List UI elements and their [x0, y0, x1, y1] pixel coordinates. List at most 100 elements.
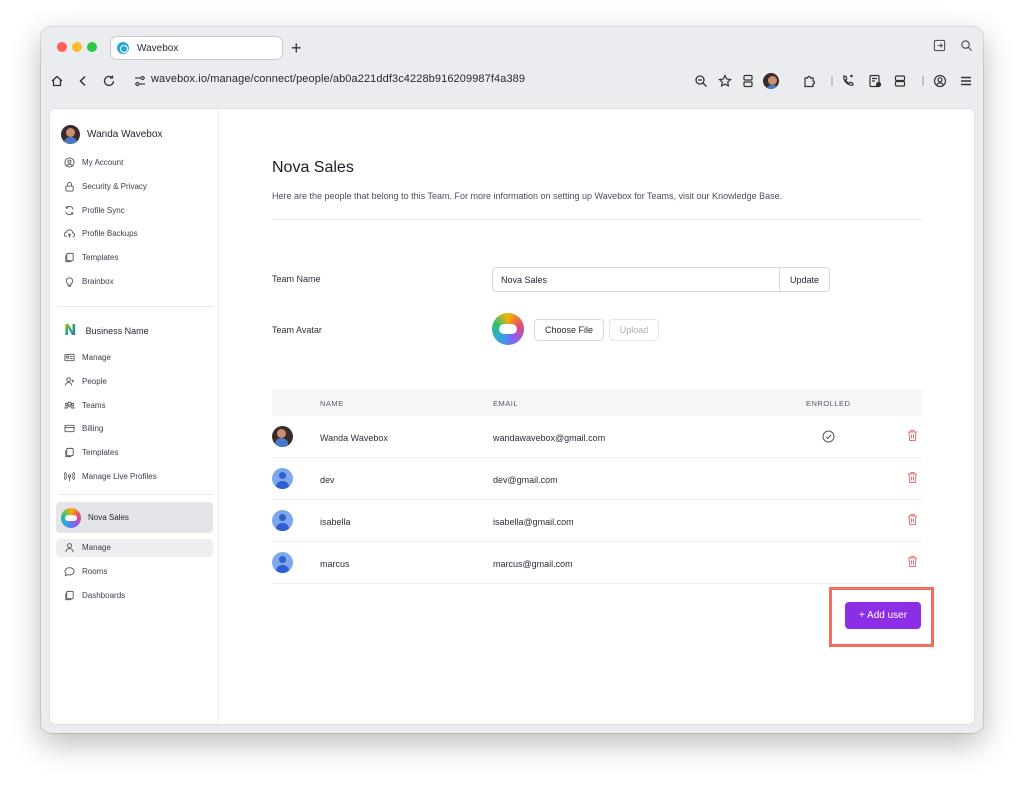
sidebar-divider: [58, 306, 213, 307]
sidebar-org[interactable]: N Business Name: [64, 323, 149, 338]
person-name: marcus: [320, 559, 350, 569]
sidebar-item-billing[interactable]: Billing: [64, 423, 103, 434]
user-icon: [65, 543, 74, 553]
sidebar-user-name: Wanda Wavebox: [87, 129, 163, 140]
section-divider: [272, 219, 922, 220]
wavebox-favicon-icon: [117, 42, 129, 54]
back-icon[interactable]: [75, 73, 91, 89]
sidebar: Wanda Wavebox My Account Security & Priv…: [50, 109, 219, 724]
id-card-icon: [64, 353, 75, 362]
table-row: marcus marcus@gmail.com: [272, 542, 922, 584]
zoom-icon[interactable]: [693, 73, 709, 89]
tab-title: Wavebox: [137, 42, 179, 54]
browser-tab[interactable]: Wavebox: [110, 36, 283, 60]
person-name: Wanda Wavebox: [320, 433, 388, 443]
tab-strip: Wavebox +: [41, 27, 983, 65]
profile-avatar-icon[interactable]: [763, 73, 779, 89]
table-row: isabella isabella@gmail.com: [272, 500, 922, 542]
sidebar-item-teams[interactable]: Teams: [64, 400, 106, 411]
update-button[interactable]: Update: [779, 267, 830, 292]
close-window-button[interactable]: [57, 42, 67, 52]
new-tab-button[interactable]: +: [291, 38, 302, 58]
column-header-name: NAME: [320, 399, 344, 408]
enrolled-check-icon: [822, 430, 835, 443]
person-name: isabella: [320, 517, 351, 527]
sidebar-item-profile-backups[interactable]: Profile Backups: [64, 228, 138, 239]
table-row: Wanda Wavebox wandawavebox@gmail.com: [272, 416, 922, 458]
browser-window: Wavebox + wavebox.io/manage/connect/peop…: [41, 27, 983, 733]
lock-icon: [65, 182, 74, 192]
maximize-window-button[interactable]: [87, 42, 97, 52]
home-icon[interactable]: [49, 73, 65, 89]
sidebar-divider-2: [58, 494, 213, 495]
search-tabs-icon[interactable]: [960, 39, 973, 52]
user-avatar: [61, 125, 80, 144]
person-email: dev@gmail.com: [493, 475, 558, 485]
sidebar-item-security-privacy[interactable]: Security & Privacy: [64, 181, 147, 192]
reload-icon[interactable]: [101, 73, 117, 89]
sidebar-team[interactable]: Nova Sales: [56, 502, 213, 533]
minimize-window-button[interactable]: [72, 42, 82, 52]
bookmark-star-icon[interactable]: [717, 73, 733, 89]
lightbulb-icon: [65, 277, 74, 287]
column-header-email: EMAIL: [493, 399, 519, 408]
sidebar-toggle-icon[interactable]: [933, 39, 946, 52]
team-avatar-image: [492, 313, 524, 345]
phone-icon[interactable]: [840, 73, 856, 89]
menu-icon[interactable]: [958, 73, 974, 89]
split-view-icon[interactable]: [740, 73, 756, 89]
business-logo-icon: N: [64, 321, 77, 339]
sidebar-item-profile-sync[interactable]: Profile Sync: [64, 205, 125, 216]
sidebar-item-rooms[interactable]: Rooms: [64, 566, 107, 577]
sidebar-item-dashboards[interactable]: Dashboards: [64, 590, 125, 601]
page-content: Wanda Wavebox My Account Security & Priv…: [50, 109, 974, 724]
person-email: marcus@gmail.com: [493, 559, 573, 569]
credit-card-icon: [64, 424, 75, 433]
team-name-input[interactable]: [492, 267, 780, 292]
person-email: wandawavebox@gmail.com: [493, 433, 606, 443]
user-plus-icon: [64, 377, 75, 386]
browser-toolbar: wavebox.io/manage/connect/people/ab0a221…: [41, 67, 983, 97]
user-avatar: [272, 426, 293, 447]
sidebar-item-org-manage[interactable]: Manage: [64, 352, 111, 363]
user-circle-icon: [64, 157, 75, 168]
sidebar-user[interactable]: Wanda Wavebox: [61, 125, 162, 144]
person-email: isabella@gmail.com: [493, 517, 574, 527]
sidebar-item-templates[interactable]: Templates: [64, 252, 118, 263]
site-settings-icon[interactable]: [133, 74, 147, 88]
team-avatar-label: Team Avatar: [272, 325, 322, 335]
account-icon[interactable]: [932, 73, 948, 89]
sidebar-item-people[interactable]: People: [64, 376, 107, 387]
main-area: Nova Sales Here are the people that belo…: [219, 109, 974, 724]
user-placeholder-avatar: [272, 468, 293, 489]
address-bar[interactable]: wavebox.io/manage/connect/people/ab0a221…: [151, 73, 525, 85]
column-header-enrolled: ENROLLED: [806, 399, 851, 408]
delete-trash-icon[interactable]: [907, 471, 918, 484]
delete-trash-icon[interactable]: [907, 429, 918, 442]
sidebar-item-team-manage[interactable]: Manage: [64, 542, 111, 553]
sidebar-team-name: Nova Sales: [88, 513, 129, 522]
person-name: dev: [320, 475, 335, 485]
upload-button[interactable]: Upload: [609, 319, 659, 341]
templates-icon: [65, 590, 74, 601]
cloud-upload-icon: [64, 229, 75, 238]
sync-icon: [65, 206, 74, 215]
delete-trash-icon[interactable]: [907, 555, 918, 568]
broadcast-icon: [64, 471, 75, 482]
notes-icon[interactable]: [867, 73, 883, 89]
storage-icon[interactable]: [892, 73, 908, 89]
users-icon: [64, 401, 75, 410]
sidebar-item-my-account[interactable]: My Account: [64, 157, 123, 168]
user-placeholder-avatar: [272, 510, 293, 531]
sidebar-item-brainbox[interactable]: Brainbox: [64, 276, 114, 287]
page-title: Nova Sales: [272, 159, 354, 176]
sidebar-item-org-templates[interactable]: Templates: [64, 447, 118, 458]
delete-trash-icon[interactable]: [907, 513, 918, 526]
sidebar-item-manage-live-profiles[interactable]: Manage Live Profiles: [64, 471, 157, 482]
choose-file-button[interactable]: Choose File: [534, 319, 604, 341]
page-subtitle: Here are the people that belong to this …: [272, 191, 783, 201]
templates-icon: [65, 447, 74, 458]
chat-icon: [64, 567, 75, 577]
extensions-icon[interactable]: [801, 73, 817, 89]
add-user-button[interactable]: + Add user: [845, 602, 921, 629]
